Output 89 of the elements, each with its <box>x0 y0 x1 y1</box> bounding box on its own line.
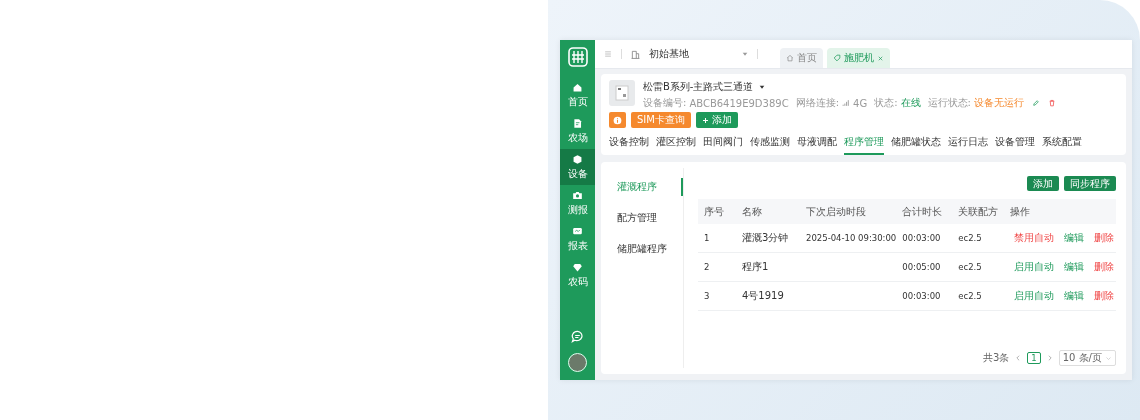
monitor-icon <box>572 226 583 237</box>
serial-label: 设备编号: <box>643 96 687 110</box>
page-tab[interactable]: 首页 <box>780 48 823 68</box>
document-icon <box>572 118 583 129</box>
action-link[interactable]: 禁用自动 <box>1014 231 1055 245</box>
sim-query-button[interactable]: SIM卡查询 <box>631 112 691 128</box>
menu-icon <box>603 49 613 59</box>
chat-icon <box>571 330 584 343</box>
device-tab[interactable]: 田间阀门 <box>703 132 743 155</box>
diamond-icon <box>572 262 583 273</box>
status-label: 状态: <box>874 96 898 110</box>
avatar[interactable] <box>568 353 587 372</box>
device-tab[interactable]: 储肥罐状态 <box>891 132 941 155</box>
device-tab[interactable]: 设备管理 <box>995 132 1035 155</box>
caret-icon <box>758 83 767 91</box>
logo-icon <box>567 47 588 67</box>
subnav-item[interactable]: 配方管理 <box>617 209 683 227</box>
device-title: 松雷B系列-主路式三通道 <box>643 80 754 94</box>
run-status-label: 运行状态: <box>927 96 971 110</box>
device-tab[interactable]: 灌区控制 <box>656 132 696 155</box>
page-tab[interactable]: 施肥机 <box>827 48 890 68</box>
total-count: 共3条 <box>982 351 1010 365</box>
table-cell: 程序1 <box>742 261 769 272</box>
add-button[interactable]: 添加 <box>695 112 738 128</box>
sidebar-item[interactable]: 测报 <box>560 185 595 221</box>
table-cell: 灌溉3分钟 <box>742 232 789 243</box>
signal-icon <box>842 99 851 107</box>
run-status-value: 设备无运行 <box>973 96 1024 110</box>
building-icon <box>630 48 641 60</box>
column-header: 合计时长 <box>896 199 953 224</box>
device-tab[interactable]: 设备控制 <box>609 132 649 155</box>
trash-icon <box>1047 99 1056 107</box>
page-number[interactable]: 1 <box>1027 352 1041 364</box>
page-size-select[interactable]: 10 条/页 <box>1058 350 1116 366</box>
column-header: 操作 <box>1004 199 1116 224</box>
table-cell: 3 <box>704 291 710 301</box>
caret-icon <box>1105 354 1112 362</box>
column-header: 关联配方 <box>952 199 1005 224</box>
info-icon <box>613 115 622 125</box>
table-cell: 4号1919 <box>742 290 784 301</box>
add-button[interactable]: 添加 <box>1027 176 1059 191</box>
column-header: 名称 <box>736 199 800 224</box>
serial-number: ABCB6419E9D389C <box>689 97 789 109</box>
tag-icon <box>833 54 841 62</box>
device-tab[interactable]: 程序管理 <box>844 132 884 155</box>
sync-button[interactable]: 同步程序 <box>1064 176 1116 191</box>
network-type: 4G <box>853 97 868 109</box>
device-tab[interactable]: 运行日志 <box>948 132 988 155</box>
table-cell: 2025-04-10 09:30:00 <box>806 233 897 243</box>
plus-icon <box>701 116 709 124</box>
table-cell: ec2.5 <box>958 262 982 272</box>
action-link[interactable]: 编辑 <box>1064 231 1085 245</box>
action-link[interactable]: 删除 <box>1094 289 1115 303</box>
status-value: 在线 <box>900 96 921 110</box>
network-label: 网络连接: <box>795 96 840 110</box>
action-link[interactable]: 删除 <box>1094 231 1115 245</box>
device-tab[interactable]: 传感监测 <box>750 132 790 155</box>
close-icon[interactable] <box>877 54 884 62</box>
table-cell: 2 <box>704 262 710 272</box>
delete-icon[interactable] <box>1047 99 1056 107</box>
sidebar-item[interactable]: 首页 <box>560 77 595 113</box>
table-cell: ec2.5 <box>958 233 982 243</box>
action-link[interactable]: 启用自动 <box>1014 260 1055 274</box>
subnav-item[interactable]: 灌溉程序 <box>617 178 683 196</box>
home-icon <box>786 54 794 62</box>
caret-icon <box>741 50 749 58</box>
device-tab[interactable]: 系统配置 <box>1042 132 1082 155</box>
device-tab[interactable]: 母液调配 <box>797 132 837 155</box>
action-link[interactable]: 编辑 <box>1064 260 1085 274</box>
table-cell: 00:05:00 <box>902 262 941 272</box>
info-button[interactable] <box>609 112 626 128</box>
sidebar-item[interactable]: 报表 <box>560 221 595 257</box>
table-cell: 00:03:00 <box>902 291 941 301</box>
table-cell: 1 <box>704 233 710 243</box>
sidebar-item[interactable]: 农码 <box>560 257 595 293</box>
home-icon <box>572 82 583 93</box>
subnav-item[interactable]: 储肥罐程序 <box>617 240 683 258</box>
column-header: 序号 <box>698 199 736 224</box>
table-cell: 00:03:00 <box>902 233 941 243</box>
action-link[interactable]: 删除 <box>1094 260 1115 274</box>
camera-icon <box>572 190 583 201</box>
action-link[interactable]: 编辑 <box>1064 289 1085 303</box>
action-link[interactable]: 启用自动 <box>1014 289 1055 303</box>
column-header: 下次启动时段 <box>800 199 897 224</box>
sidebar-item[interactable]: 农场 <box>560 113 595 149</box>
base-select[interactable]: 初始基地 <box>649 47 749 61</box>
table-cell: ec2.5 <box>958 291 982 301</box>
sidebar-item[interactable]: 设备 <box>560 149 595 185</box>
cube-icon <box>572 154 583 165</box>
